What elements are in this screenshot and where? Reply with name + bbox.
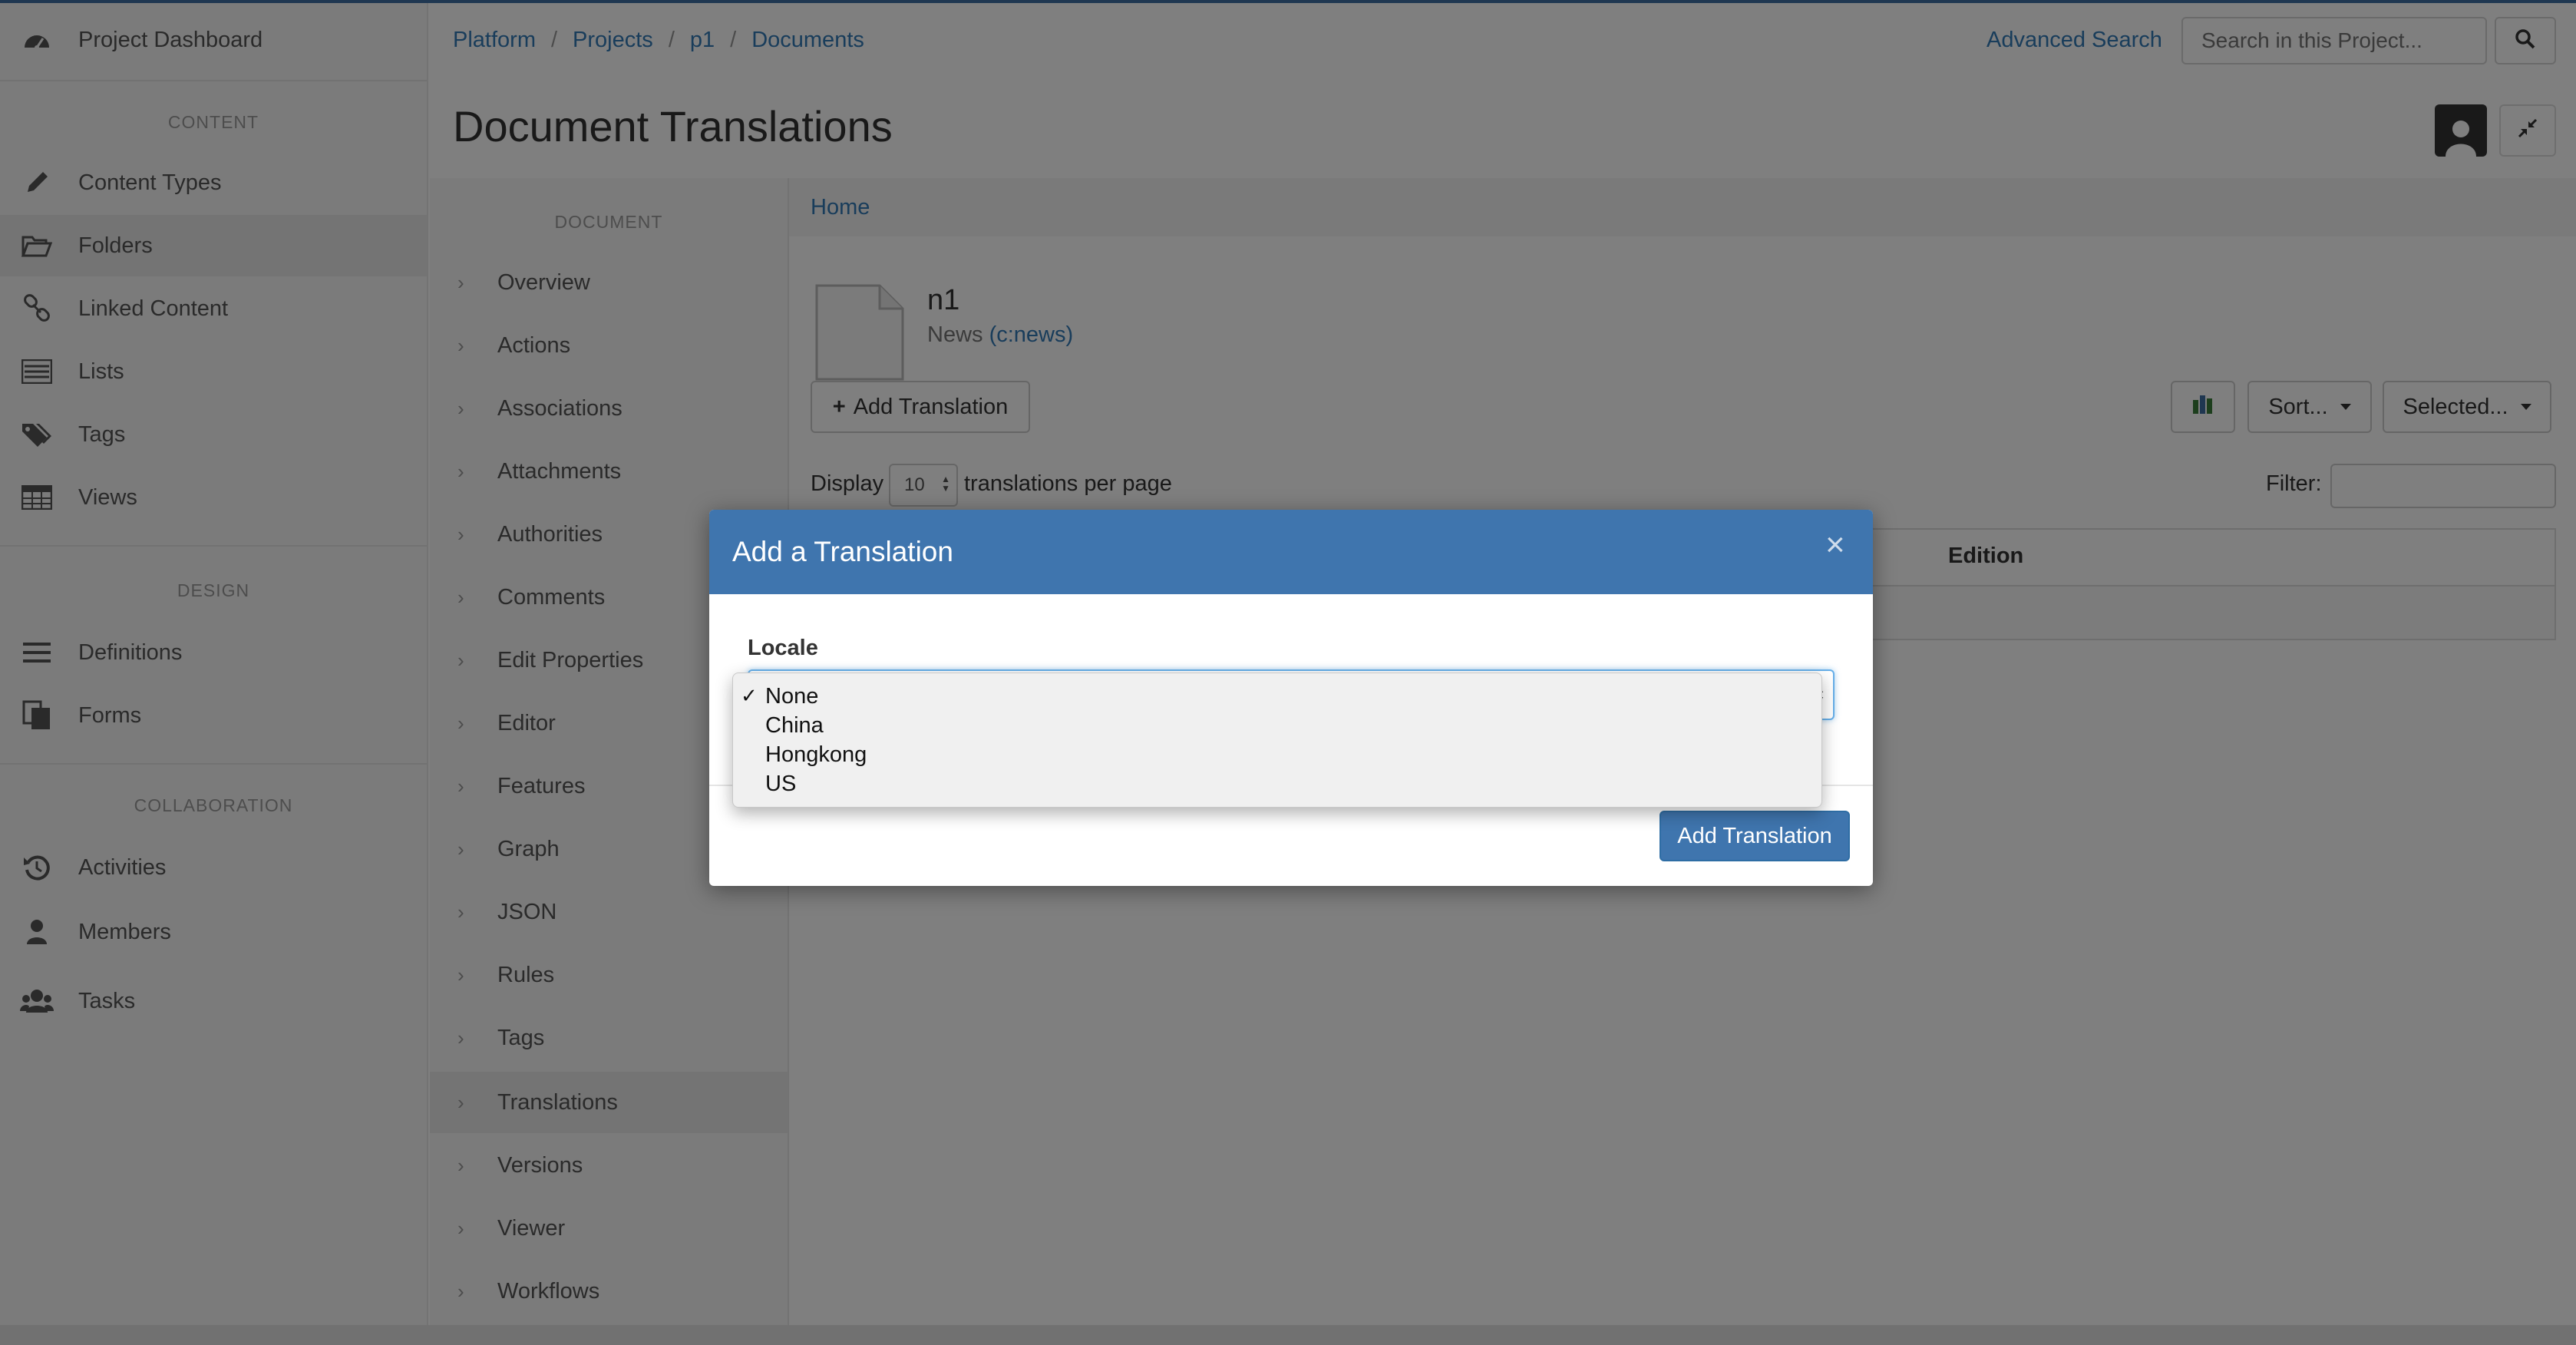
modal-header: Add a Translation × bbox=[709, 510, 1873, 594]
locale-option-hongkong[interactable]: Hongkong bbox=[733, 741, 1821, 770]
modal-title: Add a Translation bbox=[732, 536, 953, 567]
locale-label: Locale bbox=[748, 636, 818, 660]
locale-option-china[interactable]: China bbox=[733, 712, 1821, 741]
locale-option-us[interactable]: US bbox=[733, 770, 1821, 799]
close-icon[interactable]: × bbox=[1825, 528, 1845, 562]
locale-option-none[interactable]: ✓ None bbox=[733, 682, 1821, 712]
option-label: US bbox=[765, 772, 797, 796]
option-label: None bbox=[765, 684, 819, 709]
option-label: Hongkong bbox=[765, 742, 867, 767]
locale-dropdown-menu: ✓ None China Hongkong US bbox=[732, 672, 1822, 808]
checkmark-icon: ✓ bbox=[741, 684, 758, 707]
submit-add-translation-button[interactable]: Add Translation bbox=[1660, 811, 1850, 861]
option-label: China bbox=[765, 713, 824, 738]
